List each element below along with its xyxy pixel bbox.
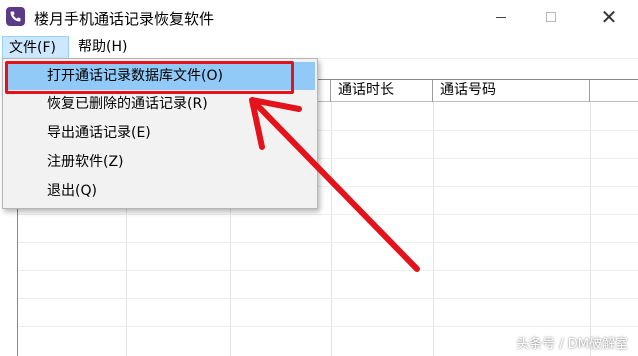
grid-line — [433, 102, 434, 356]
column-header-6[interactable] — [590, 80, 638, 102]
maximize-button[interactable] — [528, 0, 574, 34]
window-title: 楼月手机通话记录恢复软件 — [34, 10, 215, 28]
minimize-icon — [496, 16, 506, 18]
grid-line — [18, 270, 638, 271]
app-icon — [6, 7, 25, 26]
grid-line — [331, 102, 332, 356]
close-icon: ✕ — [600, 5, 618, 29]
minimize-button[interactable] — [478, 0, 524, 34]
phone-icon — [10, 11, 21, 22]
column-header-number[interactable]: 通话号码 — [433, 80, 590, 102]
menu-item-exit[interactable]: 退出(Q) — [5, 177, 315, 205]
grid-line — [18, 214, 638, 215]
menu-item-recover-deleted[interactable]: 恢复已删除的通话记录(R) — [5, 90, 315, 118]
watermark: 头条号 / DM破解室 — [516, 337, 628, 352]
menu-file[interactable]: 文件(F) — [2, 36, 69, 59]
highlight-box — [5, 61, 294, 94]
grid-line — [18, 242, 638, 243]
menu-item-export[interactable]: 导出通话记录(E) — [5, 119, 315, 147]
menu-help[interactable]: 帮助(H) — [72, 36, 133, 59]
menu-item-register[interactable]: 注册软件(Z) — [5, 148, 315, 176]
grid-line — [18, 326, 638, 327]
menu-bar: 文件(F) 帮助(H) — [0, 36, 638, 59]
grid-line — [590, 102, 591, 356]
grid-line — [18, 298, 638, 299]
close-button[interactable]: ✕ — [586, 0, 632, 34]
title-bar: 楼月手机通话记录恢复软件 ✕ — [0, 0, 638, 36]
maximize-icon — [546, 12, 556, 22]
column-header-duration[interactable]: 通话时长 — [331, 80, 433, 102]
